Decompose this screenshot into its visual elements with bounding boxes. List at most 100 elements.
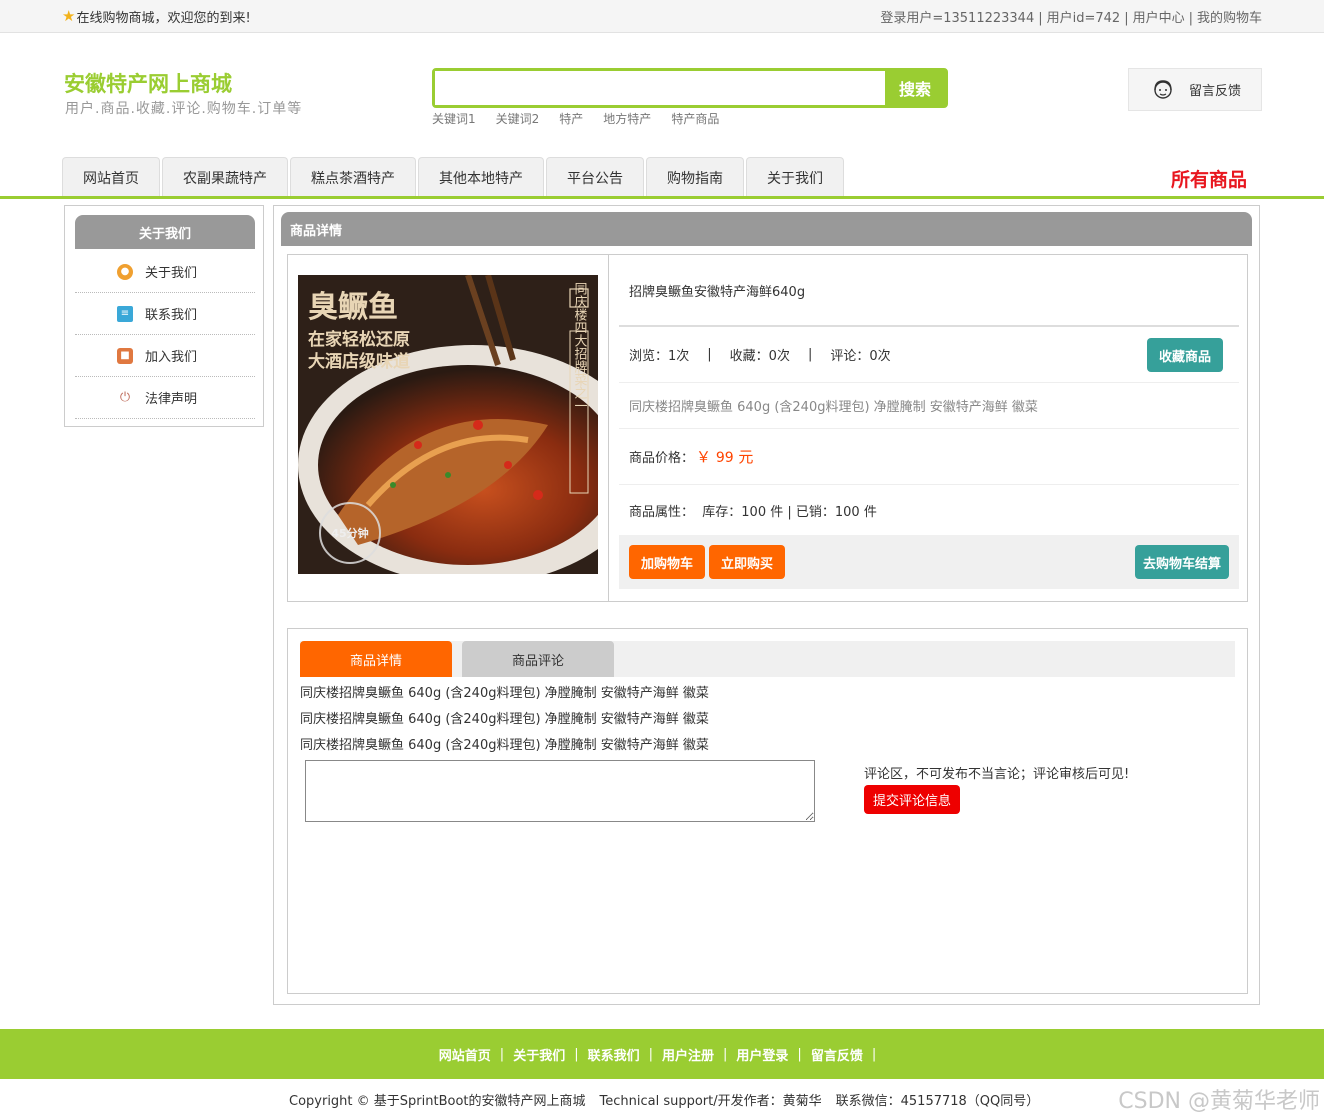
feedback-button[interactable]: 留言反馈 [1128, 68, 1262, 111]
lock-icon: ■ [117, 347, 133, 364]
collect-button[interactable]: 收藏商品 [1147, 338, 1223, 372]
nav-tab-other[interactable]: 其他本地特产 [418, 157, 544, 197]
sidebar-item-label: 法律声明 [145, 392, 198, 407]
nav-tab-pastry[interactable]: 糕点茶酒特产 [290, 157, 416, 197]
nav-tab-produce[interactable]: 农副果蔬特产 [162, 157, 288, 197]
footer-link-register[interactable]: 用户注册 [662, 1045, 714, 1064]
welcome-text: 在线购物商城，欢迎您的到来! [76, 11, 251, 26]
product-image[interactable]: 45分钟 臭鳜鱼 在家轻松还原 大酒店级味道 同庆楼四大招牌菜之一 [298, 275, 598, 574]
image-vertical-text: 同庆楼四大招牌菜之一 [572, 282, 588, 412]
submit-comment-button[interactable]: 提交评论信息 [864, 785, 960, 814]
keyword-link[interactable]: 特产 [559, 110, 583, 127]
detail-text-line: 同庆楼招牌臭鳜鱼 640g (含240g料理包) 净膛腌制 安徽特产海鲜 徽菜 [300, 686, 709, 701]
tab-product-detail[interactable]: 商品详情 [300, 641, 452, 677]
main-nav: 网站首页 农副果蔬特产 糕点茶酒特产 其他本地特产 平台公告 购物指南 关于我们 [62, 157, 846, 197]
footer-link-contact[interactable]: 联系我们 [588, 1045, 640, 1064]
customer-service-icon [1154, 79, 1172, 99]
sidebar-item-label: 加入我们 [145, 350, 198, 365]
buy-now-button[interactable]: 立即购买 [709, 545, 785, 579]
keyword-link[interactable]: 地方特产 [603, 110, 651, 127]
footer-nav: 网站首页 | 关于我们 | 联系我们 | 用户注册 | 用户登录 | 留言反馈 | [0, 1029, 1324, 1079]
attr-label: 商品属性： [629, 504, 695, 520]
price-value: ￥ 99 元 [696, 446, 753, 467]
product-panel: 商品详情 45分钟 臭鳜鱼 在家轻松还原 大酒店级味道 同庆楼四大招牌菜之一 招… [273, 205, 1260, 1005]
footer-link-login[interactable]: 用户登录 [736, 1045, 788, 1064]
sidebar-item-label: 关于我们 [145, 266, 198, 281]
price-label: 商品价格： [629, 451, 695, 466]
add-to-cart-button[interactable]: 加购物车 [629, 545, 705, 579]
checkout-button[interactable]: 去购物车结算 [1135, 545, 1229, 579]
attr-value: 库存：100 件 | 已销：100 件 [702, 504, 877, 520]
site-subtitle: 用户.商品.收藏.评论.购物车.订单等 [65, 101, 303, 117]
user-center-link[interactable]: 用户中心 [1133, 11, 1185, 26]
search-button[interactable]: 搜索 [885, 71, 945, 105]
sidebar-item-label: 联系我们 [145, 308, 198, 323]
product-name: 招牌臭鳜鱼安徽特产海鲜640g [629, 284, 806, 300]
price-unit: 元 [738, 448, 754, 466]
favorites-count: 收藏：0次 [729, 349, 790, 364]
footer-link-about[interactable]: 关于我们 [513, 1045, 565, 1064]
product-actions-row: 加购物车 立即购买 去购物车结算 [619, 535, 1239, 589]
support-text: Technical support/开发作者：黄菊华 [599, 1094, 822, 1109]
sidebar-item-join[interactable]: ■ 加入我们 [75, 335, 255, 377]
keyword-link[interactable]: 特产商品 [671, 110, 719, 127]
comments-count: 评论：0次 [830, 349, 891, 364]
footer-link-feedback[interactable]: 留言反馈 [811, 1045, 863, 1064]
price-number: 99 [715, 450, 734, 466]
nav-tab-about[interactable]: 关于我们 [746, 157, 844, 197]
product-description: 同庆楼招牌臭鳜鱼 640g (含240g料理包) 净膛腌制 安徽特产海鲜 徽菜 [629, 400, 1038, 415]
login-user-link[interactable]: 登录用户=13511223344 [880, 11, 1034, 26]
image-title-text: 臭鳜鱼 [308, 290, 398, 325]
comment-notice: 评论区，不可发布不当言论；评论审核后可见! [864, 767, 1130, 782]
sidebar-title: 关于我们 [75, 215, 255, 249]
price-symbol: ￥ [696, 448, 712, 466]
tab-product-comments[interactable]: 商品评论 [462, 641, 614, 677]
product-stats-row: 浏览：1次 | 收藏：0次 | 评论：0次 收藏商品 [619, 327, 1239, 383]
image-line1-text: 在家轻松还原 [308, 329, 410, 350]
watermark: CSDN @黄菊华老师 [1118, 1089, 1320, 1114]
star-icon: ★ [62, 7, 76, 25]
search-input[interactable] [435, 71, 887, 105]
product-price-row: 商品价格： ￥ 99 元 [619, 429, 1239, 485]
image-line2-text: 大酒店级味道 [308, 351, 410, 372]
comment-textarea[interactable] [305, 760, 815, 822]
product-detail: 45分钟 臭鳜鱼 在家轻松还原 大酒店级味道 同庆楼四大招牌菜之一 招牌臭鳜鱼安… [287, 254, 1248, 602]
product-image-column: 45分钟 臭鳜鱼 在家轻松还原 大酒店级味道 同庆楼四大招牌菜之一 [288, 255, 609, 601]
views-count: 浏览：1次 [629, 349, 690, 364]
coin-icon: ● [117, 263, 133, 280]
product-name-row: 招牌臭鳜鱼安徽特产海鲜640g [619, 255, 1239, 327]
sidebar-item-about[interactable]: ● 关于我们 [75, 251, 255, 293]
keyword-link[interactable]: 关键词2 [496, 110, 540, 127]
panel-title: 商品详情 [281, 212, 1252, 246]
nav-tab-notice[interactable]: 平台公告 [546, 157, 644, 197]
my-cart-link[interactable]: 我的购物车 [1197, 11, 1262, 26]
contact-text: 联系微信：45157718（QQ同号） [835, 1094, 1040, 1109]
tabs-bar: 商品详情 商品评论 [300, 641, 1235, 677]
keyword-link[interactable]: 关键词1 [432, 110, 476, 127]
product-description-row: 同庆楼招牌臭鳜鱼 640g (含240g料理包) 净膛腌制 安徽特产海鲜 徽菜 [619, 383, 1239, 429]
user-links: 登录用户=13511223344 | 用户id=742 | 用户中心 | 我的购物车 [880, 11, 1262, 26]
welcome-message: ★ 在线购物商城，欢迎您的到来! [62, 7, 251, 27]
copyright: Copyright © 基于SprintBoot的安徽特产网上商城 Technic… [289, 1090, 1053, 1109]
feedback-label: 留言反馈 [1189, 84, 1242, 99]
keyword-links: 关键词1 关键词2 特产 地方特产 特产商品 [432, 110, 719, 127]
sidebar-item-legal[interactable]: ⏻ 法律声明 [75, 377, 255, 419]
footer-link-home[interactable]: 网站首页 [439, 1045, 491, 1064]
nav-divider [0, 196, 1324, 199]
clipboard-icon: ≡ [117, 305, 133, 322]
all-goods-link[interactable]: 所有商品 [1171, 165, 1247, 192]
detail-text-line: 同庆楼招牌臭鳜鱼 640g (含240g料理包) 净膛腌制 安徽特产海鲜 徽菜 [300, 712, 709, 727]
product-attr-row: 商品属性： 库存：100 件 | 已销：100 件 [619, 485, 1239, 535]
site-title[interactable]: 安徽特产网上商城 [64, 68, 232, 98]
top-bar: ★ 在线购物商城，欢迎您的到来! 登录用户=13511223344 | 用户id=7… [0, 0, 1324, 33]
nav-tab-guide[interactable]: 购物指南 [646, 157, 744, 197]
user-id-link[interactable]: 用户id=742 [1047, 11, 1121, 26]
nav-tab-home[interactable]: 网站首页 [62, 157, 160, 197]
copyright-text: Copyright © 基于SprintBoot的安徽特产网上商城 [289, 1094, 586, 1109]
search-box: 搜索 [432, 68, 948, 108]
sidebar-item-contact[interactable]: ≡ 联系我们 [75, 293, 255, 335]
power-icon: ⏻ [117, 389, 133, 406]
product-tabs: 商品详情 商品评论 同庆楼招牌臭鳜鱼 640g (含240g料理包) 净膛腌制 … [287, 628, 1248, 994]
detail-text-line: 同庆楼招牌臭鳜鱼 640g (含240g料理包) 净膛腌制 安徽特产海鲜 徽菜 [300, 738, 709, 753]
time-badge-text: 45分钟 [331, 526, 368, 540]
